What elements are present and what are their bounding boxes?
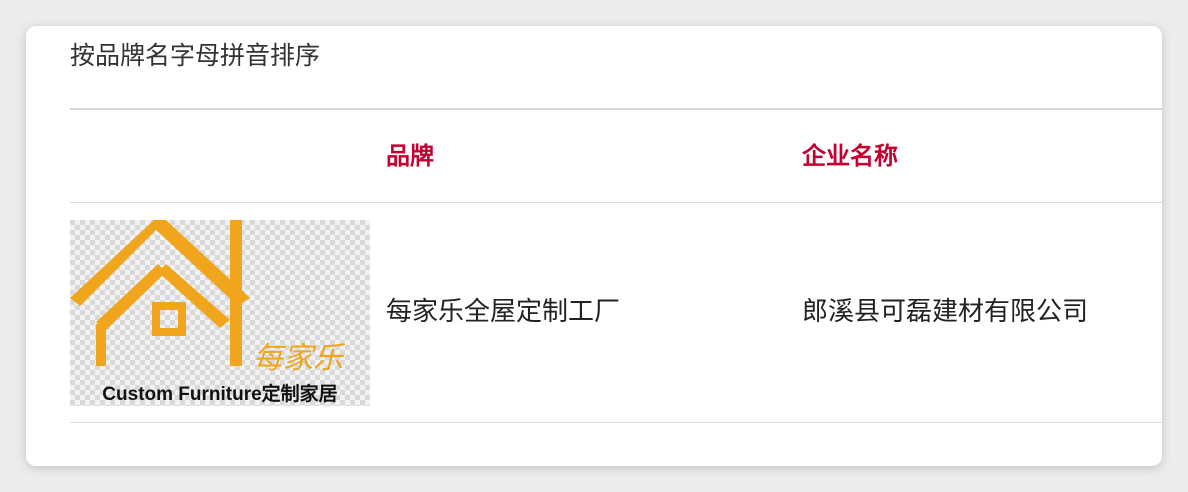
column-header-brand: 品牌 — [386, 142, 434, 170]
table-header-row: 品牌 企业名称 — [70, 110, 1162, 202]
window-pane — [160, 310, 178, 328]
table-row[interactable]: 每家乐 Custom Furniture定制家居 每家乐全屋定制工厂 郎溪县可磊… — [70, 203, 1162, 422]
column-header-company: 企业名称 — [802, 142, 898, 170]
logo-tagline: Custom Furniture定制家居 — [102, 382, 337, 405]
logo-brand-text: 每家乐 — [253, 341, 345, 376]
sort-order-label: 按品牌名字母拼音排序 — [70, 41, 321, 70]
company-name-cell: 郎溪县可磊建材有限公司 — [802, 297, 1089, 327]
table-bottom-divider — [70, 422, 1162, 423]
brand-table: 品牌 企业名称 每家乐 Custom Furniture定制家居 每家乐全屋定制… — [70, 108, 1162, 423]
brand-logo[interactable]: 每家乐 Custom Furniture定制家居 — [70, 220, 370, 406]
brand-name-cell[interactable]: 每家乐全屋定制工厂 — [386, 203, 620, 422]
brand-list-card: 按品牌名字母拼音排序 品牌 企业名称 每家乐 Custom Furniture定… — [26, 26, 1162, 466]
